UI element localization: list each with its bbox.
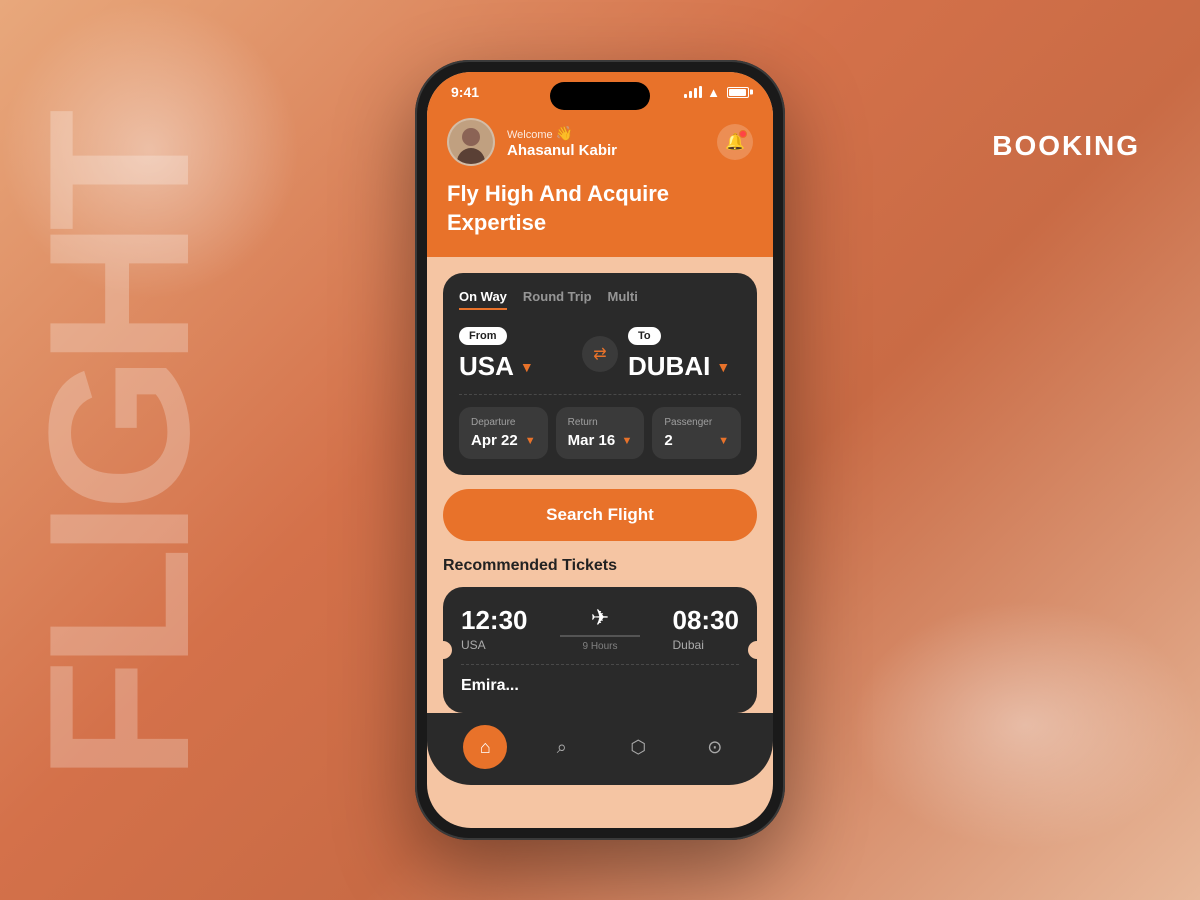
battery-icon xyxy=(727,87,749,98)
departure-dropdown-icon: ▼ xyxy=(525,435,536,447)
depart-time: 12:30 xyxy=(461,605,528,636)
avatar-body xyxy=(457,148,485,166)
plane-icon: ✈ xyxy=(591,605,609,631)
from-city-row: USA ▼ xyxy=(459,351,572,382)
swap-button[interactable]: ⇄ xyxy=(582,336,618,372)
flight-path: ✈ 9 Hours xyxy=(528,605,673,652)
path-line xyxy=(560,635,640,637)
passenger-dropdown-icon: ▼ xyxy=(718,435,729,447)
booking-label: BOOKING xyxy=(992,130,1140,162)
to-label: To xyxy=(628,327,661,345)
ticket-airline: Emira... xyxy=(461,664,739,695)
passenger-value: 2 xyxy=(664,432,672,449)
return-box[interactable]: Return Mar 16 ▼ xyxy=(556,407,645,459)
depart-city: USA xyxy=(461,638,528,652)
ticket-notch-left xyxy=(434,641,452,659)
notification-button[interactable]: 🔔 xyxy=(717,124,753,160)
to-city: DUBAI xyxy=(628,351,710,382)
nav-tickets[interactable]: ⬡ xyxy=(616,725,660,769)
user-row: Welcome 👋 Ahasanul Kabir 🔔 xyxy=(447,118,753,166)
wifi-icon: ▲ xyxy=(707,85,720,100)
user-info: Welcome 👋 Ahasanul Kabir xyxy=(447,118,617,166)
app-header: Welcome 👋 Ahasanul Kabir 🔔 Fly High And … xyxy=(427,104,773,257)
tab-on-way[interactable]: On Way xyxy=(459,289,507,310)
to-dropdown-icon: ▼ xyxy=(716,359,730,375)
ticket-card[interactable]: 12:30 USA ✈ 9 Hours 08:30 Dubai xyxy=(443,587,757,713)
return-value: Mar 16 xyxy=(568,432,616,449)
headline: Fly High And Acquire Expertise xyxy=(447,180,753,237)
tab-round-trip[interactable]: Round Trip xyxy=(523,289,592,310)
bottom-nav: ⌂ ⌕ ⬡ ⊙ xyxy=(427,713,773,785)
phone-frame: 9:41 ▲ xyxy=(415,60,785,840)
nav-home[interactable]: ⌂ xyxy=(463,725,507,769)
search-card: On Way Round Trip Multi From USA ▼ xyxy=(443,273,757,475)
passenger-value-row: 2 ▼ xyxy=(664,432,729,449)
cloud-left xyxy=(0,0,300,300)
main-content: On Way Round Trip Multi From USA ▼ xyxy=(427,257,773,713)
nav-search[interactable]: ⌕ xyxy=(540,725,584,769)
swap-icon: ⇄ xyxy=(593,344,606,364)
arrive-block: 08:30 Dubai xyxy=(673,605,740,652)
nav-profile[interactable]: ⊙ xyxy=(693,725,737,769)
from-dropdown-icon: ▼ xyxy=(520,359,534,375)
arrive-time: 08:30 xyxy=(673,605,740,636)
arrive-city: Dubai xyxy=(673,638,740,652)
airline-name: Emira... xyxy=(461,677,739,695)
trip-tabs: On Way Round Trip Multi xyxy=(459,289,741,310)
search-flight-button[interactable]: Search Flight xyxy=(443,489,757,541)
from-box[interactable]: From USA ▼ xyxy=(459,326,572,382)
from-city: USA xyxy=(459,351,514,382)
avatar[interactable] xyxy=(447,118,495,166)
ticket-notch-right xyxy=(748,641,766,659)
return-label: Return xyxy=(568,417,633,428)
cloud-right-bottom xyxy=(850,600,1200,850)
tickets-icon: ⬡ xyxy=(630,737,646,758)
search-nav-icon: ⌕ xyxy=(557,737,567,758)
avatar-head xyxy=(462,128,480,146)
departure-label: Departure xyxy=(471,417,536,428)
recommended-section-title: Recommended Tickets xyxy=(443,557,757,575)
dynamic-island xyxy=(550,82,650,110)
divider xyxy=(459,394,741,395)
passenger-label: Passenger xyxy=(664,417,729,428)
departure-value-row: Apr 22 ▼ xyxy=(471,432,536,449)
duration-text: 9 Hours xyxy=(582,641,617,652)
departure-box[interactable]: Departure Apr 22 ▼ xyxy=(459,407,548,459)
phone-wrapper: 9:41 ▲ xyxy=(415,60,785,840)
notification-dot xyxy=(739,130,747,138)
depart-block: 12:30 USA xyxy=(461,605,528,652)
to-box[interactable]: To DUBAI ▼ xyxy=(628,326,741,382)
to-city-row: DUBAI ▼ xyxy=(628,351,741,382)
return-dropdown-icon: ▼ xyxy=(621,435,632,447)
profile-icon: ⊙ xyxy=(707,737,722,758)
phone-screen: 9:41 ▲ xyxy=(427,72,773,828)
avatar-person xyxy=(455,124,487,164)
user-name: Ahasanul Kabir xyxy=(507,142,617,159)
date-row: Departure Apr 22 ▼ Return Mar 16 ▼ xyxy=(459,407,741,459)
wave-emoji: 👋 xyxy=(556,125,573,141)
departure-value: Apr 22 xyxy=(471,432,518,449)
status-icons: ▲ xyxy=(684,85,749,100)
return-value-row: Mar 16 ▼ xyxy=(568,432,633,449)
welcome-label: Welcome 👋 xyxy=(507,125,617,142)
ticket-flight-info: 12:30 USA ✈ 9 Hours 08:30 Dubai xyxy=(461,605,739,652)
home-icon: ⌂ xyxy=(480,737,491,758)
from-to-row: From USA ▼ ⇄ To DUBAI xyxy=(459,326,741,382)
status-time: 9:41 xyxy=(451,84,479,100)
from-label: From xyxy=(459,327,507,345)
tab-multi[interactable]: Multi xyxy=(608,289,638,310)
passenger-box[interactable]: Passenger 2 ▼ xyxy=(652,407,741,459)
signal-bars-icon xyxy=(684,86,702,98)
user-text: Welcome 👋 Ahasanul Kabir xyxy=(507,125,617,159)
